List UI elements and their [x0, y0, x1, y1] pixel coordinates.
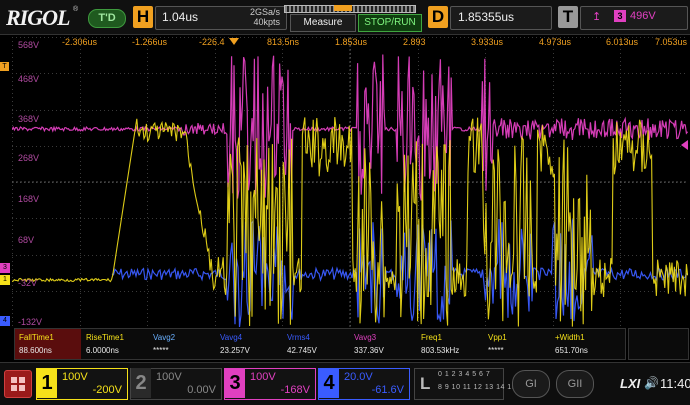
measurement-bar[interactable]: FallTime1 88.600ns RiseTime1 6.0000ns Vavg2 *…: [14, 328, 626, 360]
sample-rate: 2GSa/s: [249, 7, 280, 17]
channel-1-scale: 100V: [62, 371, 88, 383]
grid-menu-icon: [11, 377, 25, 391]
time-tick-label: 1.853us: [335, 37, 368, 47]
time-tick-label: 2.893: [403, 37, 426, 47]
trigger-source-badge: 3: [614, 10, 626, 22]
measurement-value: 803.53kHz: [421, 346, 460, 355]
measurement-value: 651.70ns: [555, 346, 588, 355]
measurement-value: 337.36V: [354, 346, 384, 355]
channel-1-offset: -200V: [92, 384, 122, 396]
clock: 11:40: [660, 376, 690, 391]
measurement-item[interactable]: +Width1 651.70ns: [551, 329, 617, 359]
generator-1-button[interactable]: GI: [512, 370, 550, 398]
time-tick-label: 3.933us: [471, 37, 504, 47]
rising-edge-icon: ↥: [592, 11, 602, 23]
measurement-value: *****: [153, 346, 169, 355]
measurement-side-panel: [628, 328, 689, 360]
measurement-value: 42.745V: [287, 346, 317, 355]
measurement-label: RiseTime1: [86, 333, 124, 342]
measurement-label: Freq1: [421, 333, 442, 342]
measurement-item[interactable]: Vavg3 337.36V: [350, 329, 416, 359]
trigger-status-badge[interactable]: T'D: [88, 9, 126, 28]
memory-depth: 40kpts: [253, 17, 280, 27]
time-tick-label: 4.973us: [539, 37, 572, 47]
stop-run-button[interactable]: STOP/RUN: [358, 14, 422, 32]
channel-4-scale: 20.0V: [344, 371, 373, 383]
rigol-logo: RIGOL: [6, 5, 70, 30]
delay-label[interactable]: D: [428, 6, 448, 28]
memory-view-window: [334, 5, 352, 11]
measurement-value: 23.257V: [220, 346, 250, 355]
voltage-level-label: 68V: [18, 235, 35, 245]
time-tick-label: -2.306us: [62, 37, 98, 47]
measurement-label: FallTime1: [19, 333, 54, 342]
horizontal-label[interactable]: H: [133, 6, 153, 28]
time-tick-label: -226.4: [199, 37, 225, 47]
time-tick-label: 7.053us: [655, 37, 688, 47]
ch4-offset-marker[interactable]: 4: [0, 316, 10, 326]
channel-4-number: 4: [319, 368, 339, 398]
measurement-item[interactable]: Vavg4 23.257V: [216, 329, 282, 359]
horizontal-trigger-marker[interactable]: [229, 38, 239, 45]
ch3-offset-marker[interactable]: 3: [0, 263, 10, 273]
measurement-label: Vpp1: [488, 333, 507, 342]
logic-channels-high: 8 9 10 11 12 13 14 15: [438, 384, 517, 391]
channel-2-scale: 100V: [156, 371, 182, 383]
voltage-level-label: -132V: [18, 317, 43, 327]
time-tick-label: 6.013us: [606, 37, 639, 47]
home-menu-button[interactable]: [4, 370, 32, 398]
measurement-label: Vavg2: [153, 333, 176, 342]
channel-4-offset: -61.6V: [371, 384, 404, 396]
measurement-item[interactable]: Vavg2 *****: [149, 329, 215, 359]
measurement-item[interactable]: RiseTime1 6.0000ns: [82, 329, 148, 359]
voltage-level-label: 368V: [18, 114, 40, 124]
measurement-value: 88.600ns: [19, 346, 52, 355]
lxi-logo: LXI: [620, 376, 641, 391]
measurement-value: 6.0000ns: [86, 346, 119, 355]
channel-3-number: 3: [225, 368, 245, 398]
timebase-value: 1.04us: [162, 10, 199, 24]
channel-2-offset: 0.00V: [187, 384, 216, 396]
voltage-level-label: 168V: [18, 194, 40, 204]
measurement-item[interactable]: Freq1 803.53kHz: [417, 329, 483, 359]
voltage-level-label: -32V: [18, 278, 38, 288]
channel-1-number: 1: [37, 368, 57, 398]
waveform-display[interactable]: [12, 37, 688, 327]
measurement-label: Vavg4: [220, 333, 243, 342]
registered-mark: ®: [73, 6, 79, 13]
channel-3-scale: 100V: [250, 371, 276, 383]
ch1-offset-marker[interactable]: 1: [0, 275, 10, 285]
measurement-value: *****: [488, 346, 504, 355]
channel-2-number: 2: [131, 368, 151, 398]
time-tick-label: 813.5ns: [267, 37, 300, 47]
logic-channels-low: 0 1 2 3 4 5 6 7: [438, 371, 491, 378]
measurement-label: Vavg3: [354, 333, 377, 342]
speaker-icon[interactable]: 🔊: [644, 376, 659, 390]
measurement-item[interactable]: Vpp1 *****: [484, 329, 550, 359]
trigger-label[interactable]: T: [558, 6, 578, 28]
voltage-level-label: 568V: [18, 40, 40, 50]
channel-3-offset: -168V: [280, 384, 310, 396]
measurement-label: Vrms4: [287, 333, 310, 342]
trigger-level-marker[interactable]: T: [0, 62, 9, 71]
delay-value: 1.85355us: [458, 10, 515, 24]
generator-2-button[interactable]: GII: [556, 370, 594, 398]
logic-label: L: [420, 374, 431, 393]
measurement-label: +Width1: [555, 333, 585, 342]
time-tick-label: -1.266us: [132, 37, 168, 47]
measurement-item[interactable]: FallTime1 88.600ns: [15, 329, 81, 359]
measure-button[interactable]: Measure: [290, 14, 356, 32]
trigger-level-right-marker: [681, 140, 688, 150]
measurement-item[interactable]: Vrms4 42.745V: [283, 329, 349, 359]
voltage-level-label: 268V: [18, 153, 40, 163]
trigger-level: 496V: [630, 10, 656, 22]
voltage-level-label: 468V: [18, 74, 40, 84]
